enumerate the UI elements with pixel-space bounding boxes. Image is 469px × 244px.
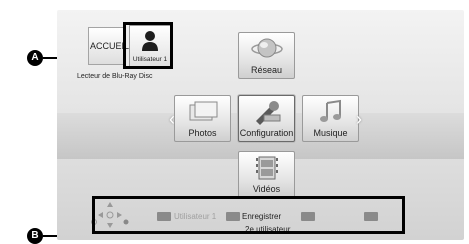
film-icon <box>255 156 278 180</box>
photos-label: Photos <box>188 128 217 138</box>
globe-icon <box>250 38 283 58</box>
configuration-tile[interactable]: Configuration <box>238 95 295 142</box>
videos-label: Vidéos <box>252 184 281 194</box>
music-note-icon <box>319 99 341 122</box>
user-focus-frame <box>123 22 173 69</box>
home-button[interactable]: ACCUEIL <box>88 27 129 65</box>
callout-b: B <box>27 228 43 244</box>
color-button-focus-frame <box>92 196 405 234</box>
photos-icon <box>189 101 217 121</box>
player-label: Lecteur de Blu-Ray Disc <box>77 73 153 80</box>
videos-tile[interactable]: Vidéos <box>238 151 295 198</box>
callout-a: A <box>27 50 43 66</box>
photos-tile[interactable]: Photos <box>174 95 231 142</box>
tools-icon <box>255 101 280 125</box>
network-label: Réseau <box>250 65 283 75</box>
network-tile[interactable]: Réseau <box>238 32 295 79</box>
music-tile[interactable]: Musique <box>302 95 359 142</box>
configuration-label: Configuration <box>239 128 294 138</box>
scroll-right-icon[interactable]: › <box>356 109 362 130</box>
music-label: Musique <box>313 128 348 138</box>
